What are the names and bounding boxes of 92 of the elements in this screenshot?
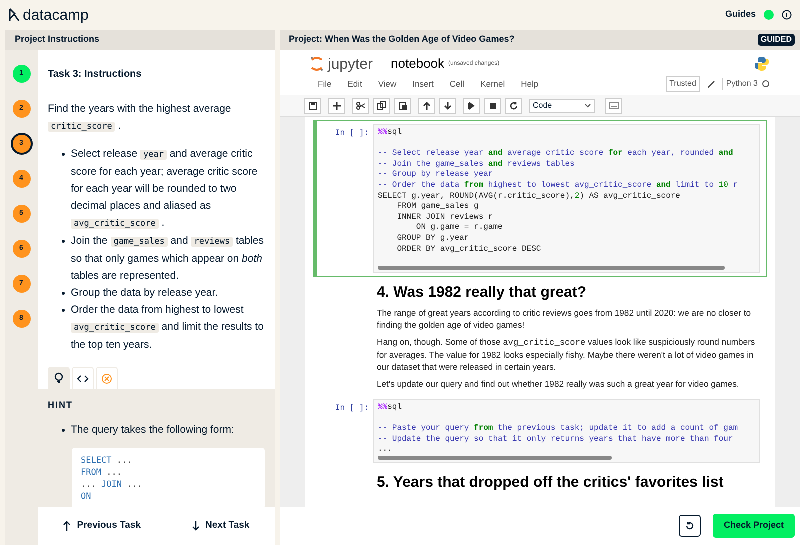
kernel-name: Python 3	[722, 78, 758, 90]
cell-type-dropdown[interactable]: Code	[529, 98, 595, 112]
kernel-status-icon	[762, 80, 770, 88]
section-heading: 4. Was 1982 really that great?	[376, 284, 588, 302]
trusted-indicator[interactable]: Trusted	[666, 76, 700, 92]
instruction-text: Select release year and average critic score for each year; average critic score for each year will be rounded to two decimal places and aliased as avg_critic_score .	[71, 147, 259, 231]
toolbar-button[interactable]	[439, 98, 456, 114]
section-heading: 5. Years that dropped off the critics' favorites list	[376, 474, 725, 492]
scissors-icon	[356, 100, 366, 110]
code-line: ON g.game = r.game	[415, 223, 504, 234]
check-project-button[interactable]: Check Project	[712, 514, 795, 538]
logo-icon	[8, 8, 20, 22]
instruction-text: Join the game_sales and reviews tables so that only games which appear on both tables are represented.	[71, 234, 265, 284]
close-circle-icon	[101, 372, 113, 384]
code-line: -- Group by release year	[378, 170, 494, 181]
code-line: FROM game_sales g	[396, 202, 480, 213]
brand-name: datacamp	[23, 8, 89, 22]
notebook-name[interactable]: notebook	[391, 54, 445, 74]
notebook-text: Hang on, though. Some of those avg_critic_score values look like suspiciously round numbers for averages. The value for 1982 looks especially fishy. Maybe there weren't a lot of video games in our dataset that were released in certain years.	[376, 336, 756, 373]
code-line: ORDER BY avg_critic_score DESC	[396, 244, 542, 256]
code-line: -- Order the data from highest to lowest avg_critic_score and limit to 10 r	[378, 180, 740, 192]
previous-task-button[interactable]: Previous Task	[57, 514, 147, 538]
code-line: %%sql	[378, 402, 404, 414]
hint-tab[interactable]	[48, 367, 70, 389]
notebook-text: Let's update our query and find out whether 1982 really was such a great year for video games.	[376, 378, 740, 390]
arrow-up-icon	[63, 521, 72, 531]
code-icon	[77, 372, 89, 384]
restart-icon	[508, 100, 518, 110]
keyboard-icon	[608, 102, 618, 110]
run-icon	[466, 100, 476, 110]
task-title: Task 3: Instructions	[48, 68, 143, 82]
toolbar-button[interactable]	[352, 98, 369, 114]
toolbar-button[interactable]	[328, 98, 345, 114]
info-icon[interactable]	[782, 10, 792, 20]
toolbar-button[interactable]	[394, 98, 411, 114]
guided-badge: GUIDED	[758, 34, 795, 46]
project-title: Project: When Was the Golden Age of Video Games?	[289, 33, 516, 46]
python-logo-icon	[754, 56, 770, 72]
reset-button[interactable]	[678, 515, 701, 537]
copy-icon	[376, 100, 386, 110]
guides-toggle[interactable]	[764, 10, 774, 20]
scrollbar[interactable]	[378, 266, 725, 270]
toolbar-button[interactable]	[505, 98, 522, 114]
panel-header: Project Instructions	[5, 30, 275, 50]
menu-item[interactable]: Kernel	[472, 78, 514, 90]
code-line: -- Paste your query from the previous task; update it to add a count of gam	[378, 424, 740, 434]
toolbar-button[interactable]	[373, 98, 390, 114]
arrow-down-icon	[192, 521, 200, 531]
instruction-text: Group the data by release year.	[71, 286, 218, 301]
menu-item[interactable]: Help	[513, 78, 547, 90]
arrow-down-icon	[442, 100, 452, 110]
code-line: -- Update the query so that it only returns years that have more than four	[378, 434, 734, 446]
toolbar-button[interactable]	[418, 98, 435, 114]
reset-icon	[684, 521, 695, 531]
toolbar-button[interactable]	[484, 98, 501, 114]
jupyter-wordmark: jupyter	[328, 56, 374, 72]
code-line: ...	[378, 445, 394, 456]
menu-item[interactable]: File	[310, 78, 340, 90]
toolbar-button[interactable]	[463, 98, 480, 114]
menu-item[interactable]: Edit	[340, 78, 370, 90]
code-line: %%sql	[378, 128, 404, 139]
cell-prompt: In [ ]:	[334, 402, 370, 415]
code-line: INNER JOIN reviews r	[396, 212, 494, 224]
jupyter-logo-icon	[310, 56, 324, 72]
save-icon	[308, 100, 318, 110]
chevron-down-icon	[585, 104, 591, 108]
hint-text: The query takes the following form:	[71, 422, 234, 438]
code-cell[interactable]	[313, 120, 767, 277]
stop-icon	[488, 100, 498, 110]
instruction-text: Find the years with the highest average critic_score .	[48, 102, 232, 134]
plus-icon	[332, 100, 342, 110]
menu-item[interactable]: View	[370, 78, 405, 90]
code-block: SELECT ... FROM ... ... JOIN ... ON	[72, 448, 265, 507]
notebook-text: The range of great years according to critic reviews goes from 1982 until 2020: we are no closer to finding the golden age of video games!	[376, 306, 752, 331]
pencil-icon[interactable]	[706, 79, 716, 89]
menu-item[interactable]: Insert	[404, 78, 442, 90]
toolbar-button[interactable]	[304, 98, 321, 114]
code-line: GROUP BY g.year	[396, 234, 470, 245]
scrollbar[interactable]	[378, 456, 612, 460]
menu-item[interactable]: Cell	[442, 78, 473, 90]
paste-icon	[398, 100, 408, 110]
code-line: -- Join the game_sales and reviews tables	[378, 160, 576, 170]
guides-label: Guides	[725, 8, 756, 22]
cell-prompt: In [ ]:	[334, 128, 370, 140]
code-line: -- Select release year and average critic score for each year, rounded and	[378, 149, 734, 160]
code-line: SELECT g.year, ROUND(AVG(r.critic_score),2) AS avg_critic_score	[378, 192, 682, 202]
hint-label: HINT	[48, 399, 74, 412]
hint-tab[interactable]	[72, 367, 94, 389]
lightbulb-icon	[53, 372, 65, 384]
arrow-up-icon	[422, 100, 432, 110]
next-task-button[interactable]: Next Task	[186, 514, 256, 538]
instruction-text: Order the data from highest to lowest avg_critic_score and limit the results to the top ten years.	[71, 303, 265, 353]
